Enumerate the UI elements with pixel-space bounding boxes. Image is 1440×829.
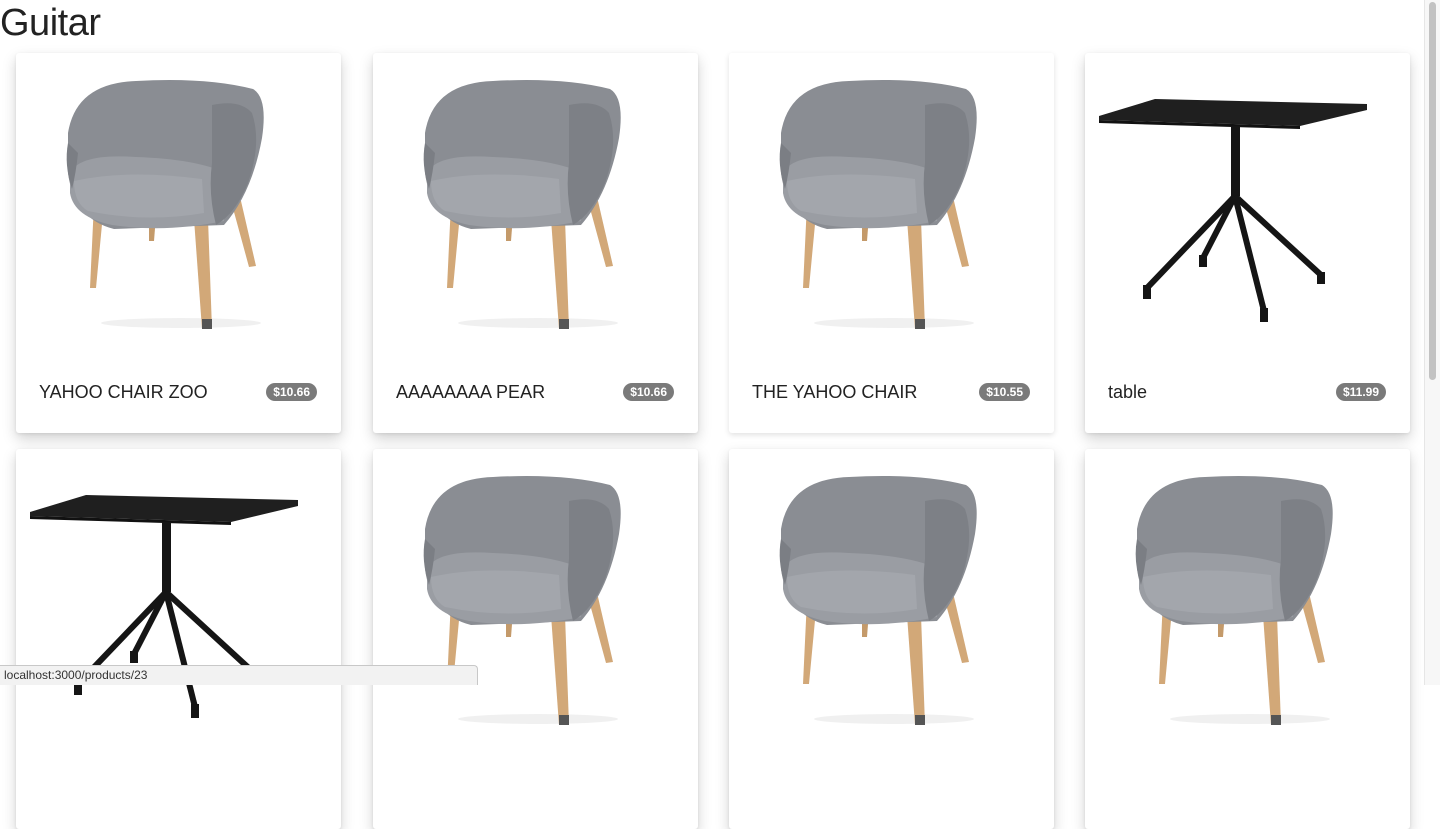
product-card[interactable] (373, 449, 698, 829)
vertical-scrollbar[interactable] (1424, 0, 1440, 685)
product-name[interactable]: YAHOO CHAIR ZOO (39, 382, 208, 403)
product-image[interactable] (729, 53, 1054, 353)
product-card[interactable]: THE YAHOO CHAIR $10.55 (729, 53, 1054, 433)
product-card[interactable]: table $11.99 (1085, 53, 1410, 433)
price-badge: $10.55 (979, 383, 1030, 401)
product-name[interactable]: table (1108, 382, 1147, 403)
product-name[interactable]: AAAAAAAA PEAR (396, 382, 545, 403)
armchair-illustration (1135, 476, 1333, 725)
product-grid: YAHOO CHAIR ZOO $10.66 AAAAAAAA PEAR $10… (0, 0, 1424, 829)
armchair-illustration (779, 476, 977, 725)
product-card[interactable] (16, 449, 341, 829)
product-image[interactable] (373, 449, 698, 749)
product-image[interactable] (729, 449, 1054, 749)
product-image[interactable] (1085, 449, 1410, 749)
armchair-illustration (423, 476, 621, 725)
armchair-illustration (423, 80, 621, 329)
product-card[interactable]: YAHOO CHAIR ZOO $10.66 (16, 53, 341, 433)
scrollbar-thumb[interactable] (1429, 2, 1436, 380)
product-image[interactable] (1085, 53, 1410, 353)
armchair-illustration (66, 80, 264, 329)
table-illustration (1099, 99, 1367, 322)
product-image[interactable] (16, 449, 341, 749)
product-card[interactable]: AAAAAAAA PEAR $10.66 (373, 53, 698, 433)
product-card[interactable] (729, 449, 1054, 829)
price-badge: $10.66 (623, 383, 674, 401)
armchair-illustration (779, 80, 977, 329)
price-badge: $10.66 (266, 383, 317, 401)
product-image[interactable] (373, 53, 698, 353)
price-badge: $11.99 (1335, 383, 1386, 401)
product-image[interactable] (16, 53, 341, 353)
product-name[interactable]: THE YAHOO CHAIR (752, 382, 917, 403)
product-card[interactable] (1085, 449, 1410, 829)
status-bar-url: localhost:3000/products/23 (0, 665, 478, 685)
table-illustration (30, 495, 298, 718)
